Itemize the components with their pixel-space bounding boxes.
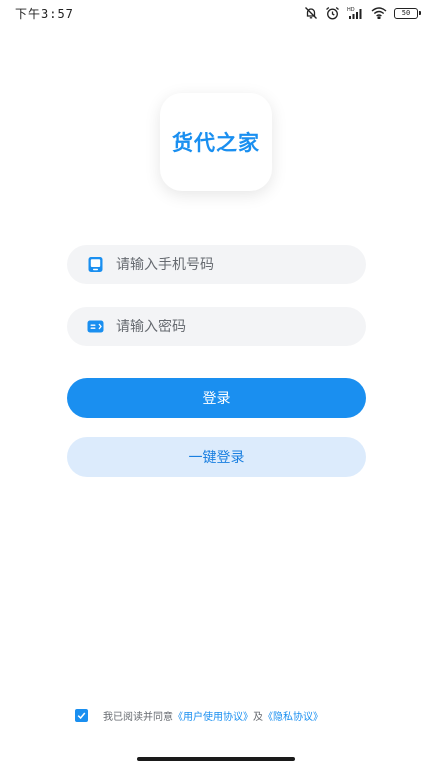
home-indicator[interactable] [137, 757, 295, 761]
one-click-login-label: 一键登录 [188, 450, 245, 466]
login-button-label: 登录 [202, 391, 231, 407]
svg-text:HD: HD [347, 7, 355, 13]
check-icon [77, 712, 86, 720]
battery-icon: 50 [394, 7, 421, 19]
logo-text: 货代之家 [172, 131, 260, 155]
status-icons: HD 50 [304, 4, 421, 22]
phone-field[interactable] [67, 245, 366, 284]
agreement-row: 我已阅读并同意 《用户使用协议》 及 《隐私协议》 [75, 708, 323, 723]
phone-input[interactable] [116, 256, 336, 273]
app-logo: 货代之家 [160, 93, 272, 191]
agreement-checkbox[interactable] [75, 709, 88, 722]
password-input[interactable] [116, 318, 336, 335]
status-bar: 下午3:57 HD 50 [0, 0, 432, 28]
password-icon [87, 320, 104, 333]
user-agreement-link[interactable]: 《用户使用协议》 [173, 708, 253, 723]
privacy-policy-link[interactable]: 《隐私协议》 [263, 708, 323, 723]
agreement-prefix: 我已阅读并同意 [103, 712, 173, 723]
hd-signal-icon: HD [347, 6, 364, 20]
wifi-icon [371, 7, 387, 19]
phone-icon [88, 257, 103, 272]
agreement-conjunction: 及 [253, 712, 263, 723]
one-click-login-button[interactable]: 一键登录 [67, 437, 366, 477]
login-button[interactable]: 登录 [67, 378, 366, 418]
status-time: 下午3:57 [15, 7, 74, 21]
bell-off-icon [304, 6, 318, 20]
alarm-icon [325, 6, 340, 20]
password-field[interactable] [67, 307, 366, 346]
